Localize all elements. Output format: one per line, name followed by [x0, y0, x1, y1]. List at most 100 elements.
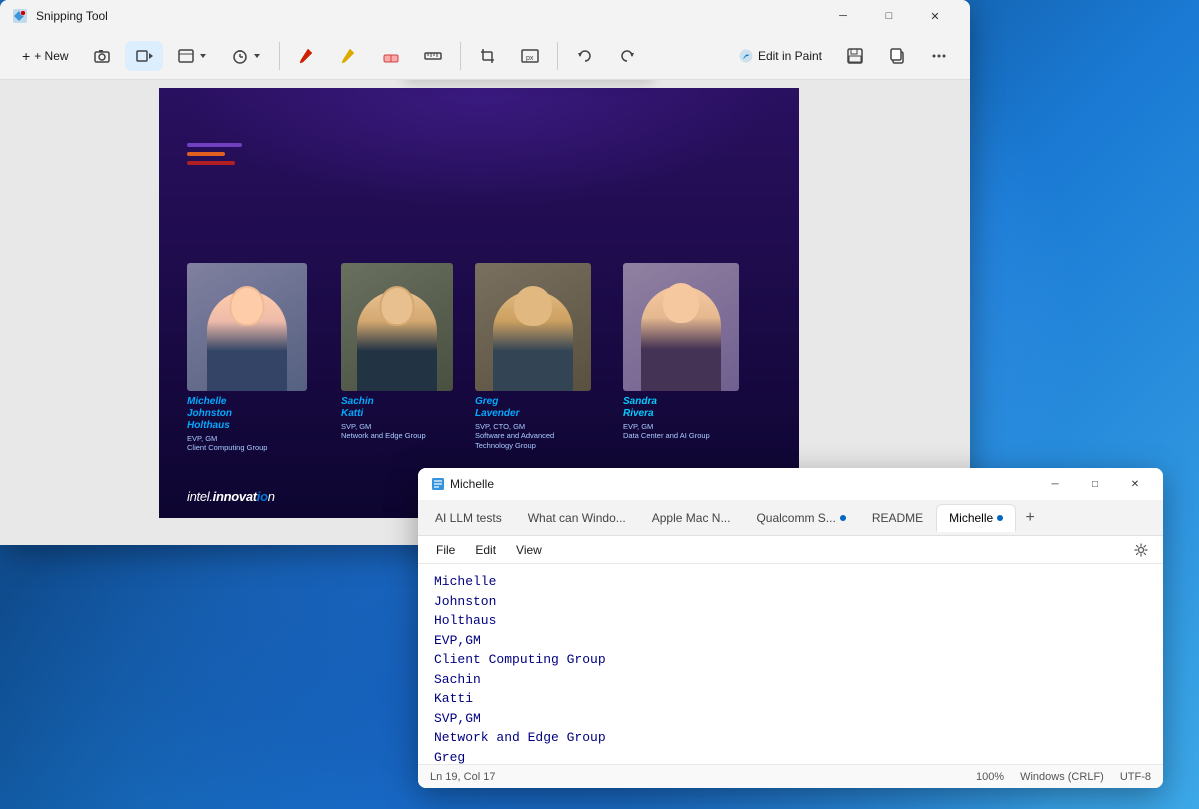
camera-icon [93, 47, 111, 65]
speaker-4: SandraRivera EVP, GMData Center and AI G… [623, 263, 763, 442]
redo-icon [618, 47, 636, 65]
settings-button[interactable] [1127, 536, 1155, 564]
speaker-1-name: MichelleJohnstonHolthaus [187, 396, 333, 432]
ruler-button[interactable] [414, 41, 452, 71]
snipping-tool-titlebar: Snipping Tool ─ □ ✕ [0, 0, 970, 32]
speaker-1: MichelleJohnstonHolthaus EVP, GMClient C… [187, 263, 333, 454]
snipping-tool-toolbar: + + New [0, 32, 970, 80]
tab-michelle-modified-dot [997, 515, 1003, 521]
settings-icon [1134, 543, 1148, 557]
speaker-1-face [230, 286, 265, 326]
pixel-ruler-icon: px [521, 47, 539, 65]
edit-in-paint-label: Edit in Paint [758, 49, 822, 63]
tab-apple-mac-label: Apple Mac N... [652, 511, 731, 525]
tab-ai-llm-tests[interactable]: AI LLM tests [422, 504, 515, 532]
paint-icon [738, 48, 754, 64]
notepad-text: Michelle Johnston Holthaus EVP,GM Client… [434, 572, 1147, 764]
yellow-pen-button[interactable] [330, 41, 368, 71]
timer-button[interactable] [221, 41, 271, 71]
notepad-statusbar: Ln 19, Col 17 100% Windows (CRLF) UTF-8 [418, 764, 1163, 788]
toolbar-separator-3 [557, 42, 558, 70]
eraser-button[interactable] [372, 41, 410, 71]
notepad-titlebar: Michelle ─ □ ✕ [418, 468, 1163, 500]
snip-image-container: Copy all text Quick redact ⌄ [159, 88, 799, 518]
speaker-3-name: GregLavender [475, 396, 615, 420]
tab-ai-llm-tests-label: AI LLM tests [435, 511, 502, 525]
notepad-window: Michelle ─ □ ✕ AI LLM tests What can Win… [418, 468, 1163, 788]
save-icon [846, 47, 864, 65]
speaker-4-face [663, 283, 699, 323]
tab-qualcomm-label: Qualcomm S... [756, 511, 835, 525]
svg-text:px: px [526, 55, 534, 62]
speaker-2-photo [341, 263, 453, 391]
crop-button[interactable] [469, 41, 507, 71]
red-pen-button[interactable] [288, 41, 326, 71]
timer-dropdown-icon [253, 52, 261, 60]
copy-image-button[interactable] [878, 41, 916, 71]
notepad-close-button[interactable]: ✕ [1115, 470, 1155, 498]
more-options-button[interactable] [920, 41, 958, 71]
save-button[interactable] [836, 41, 874, 71]
undo-button[interactable] [566, 41, 604, 71]
toolbar-separator-1 [279, 42, 280, 70]
status-right: 100% Windows (CRLF) UTF-8 [976, 771, 1151, 783]
new-button[interactable]: + + New [12, 42, 79, 70]
window-dropdown-button[interactable] [167, 41, 217, 71]
notepad-window-controls: ─ □ ✕ [1035, 470, 1155, 498]
tab-michelle[interactable]: Michelle [936, 504, 1016, 532]
undo-icon [576, 47, 594, 65]
deco-bar-red [187, 161, 235, 165]
record-button[interactable] [125, 41, 163, 71]
minimize-button[interactable]: ─ [820, 0, 866, 32]
redo-button[interactable] [608, 41, 646, 71]
snip-image: MichelleJohnstonHolthaus EVP, GMClient C… [159, 88, 799, 518]
maximize-button[interactable]: □ [866, 0, 912, 32]
speaker-1-photo [187, 263, 307, 391]
speaker-4-photo [623, 263, 739, 391]
notepad-content[interactable]: Michelle Johnston Holthaus EVP,GM Client… [418, 564, 1163, 764]
notepad-minimize-button[interactable]: ─ [1035, 470, 1075, 498]
speaker-2-face [380, 286, 415, 326]
snipping-tool-icon [12, 8, 28, 24]
speaker-2-title: SVP, GMNetwork and Edge Group [341, 422, 467, 442]
add-tab-button[interactable]: + [1016, 504, 1044, 532]
clock-icon [231, 47, 249, 65]
edit-menu[interactable]: Edit [465, 539, 506, 561]
new-label: + New [34, 49, 68, 63]
red-pen-icon [298, 47, 316, 65]
zoom-level: 100% [976, 771, 1004, 783]
pixel-ruler-button[interactable]: px [511, 41, 549, 71]
edit-in-paint-button[interactable]: Edit in Paint [728, 42, 832, 70]
tab-readme[interactable]: README [859, 504, 936, 532]
toolbar-right-section: Edit in Paint [728, 41, 958, 71]
notepad-title: Michelle [450, 477, 1035, 491]
crop-icon [479, 47, 497, 65]
copy-icon [888, 47, 906, 65]
speaker-4-title: EVP, GMData Center and AI Group [623, 422, 763, 442]
screenshot-button[interactable] [83, 41, 121, 71]
tab-what-can-windows[interactable]: What can Windo... [515, 504, 639, 532]
notepad-icon [430, 476, 446, 492]
file-menu[interactable]: File [426, 539, 465, 561]
deco-bars-left [187, 143, 242, 165]
tab-what-can-windows-label: What can Windo... [528, 511, 626, 525]
speakers-section: MichelleJohnstonHolthaus EVP, GMClient C… [187, 263, 779, 454]
speaker-3-photo [475, 263, 591, 391]
speaker-3: GregLavender SVP, CTO, GMSoftware and Ad… [475, 263, 615, 451]
more-icon [930, 47, 948, 65]
encoding: UTF-8 [1120, 771, 1151, 783]
notepad-menubar: File Edit View [418, 536, 1163, 564]
deco-bar-purple [187, 143, 242, 147]
eraser-icon [382, 47, 400, 65]
deco-bar-orange [187, 152, 225, 156]
close-button[interactable]: ✕ [912, 0, 958, 32]
speaker-3-face [514, 286, 552, 326]
notepad-maximize-button[interactable]: □ [1075, 470, 1115, 498]
speaker-1-title: EVP, GMClient Computing Group [187, 434, 333, 454]
tab-qualcomm[interactable]: Qualcomm S... [743, 504, 858, 532]
tab-apple-mac[interactable]: Apple Mac N... [639, 504, 744, 532]
intel-logo-text: intel.innovation [187, 489, 275, 504]
tab-readme-label: README [872, 511, 923, 525]
record-icon [135, 47, 153, 65]
view-menu[interactable]: View [506, 539, 552, 561]
